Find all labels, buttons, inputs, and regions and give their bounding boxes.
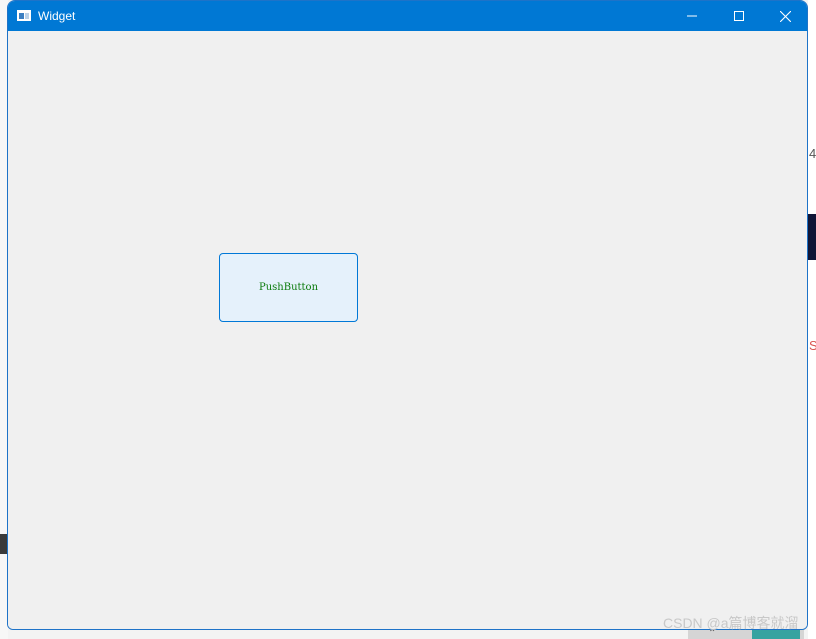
widget-window: Widget PushButton — [7, 0, 808, 630]
csdn-watermark: CSDN @a篇博客就溜 — [663, 615, 799, 631]
background-text-fragment: 4 — [809, 146, 816, 161]
minimize-button[interactable] — [669, 1, 715, 31]
close-icon — [779, 10, 791, 22]
maximize-icon — [734, 11, 744, 21]
background-text-fragment-red: S — [809, 338, 816, 353]
window-title: Widget — [38, 9, 76, 23]
window-client-area: PushButton — [8, 31, 807, 629]
background-dark-banner — [808, 214, 816, 260]
minimize-icon — [687, 15, 697, 17]
background-dark-block-left — [0, 534, 7, 554]
background-window-right-edge — [808, 0, 816, 639]
maximize-button[interactable] — [716, 1, 762, 31]
push-button[interactable]: PushButton — [219, 253, 358, 322]
close-button[interactable] — [762, 1, 807, 31]
app-window-icon — [17, 10, 31, 21]
title-bar[interactable]: Widget — [8, 1, 807, 31]
